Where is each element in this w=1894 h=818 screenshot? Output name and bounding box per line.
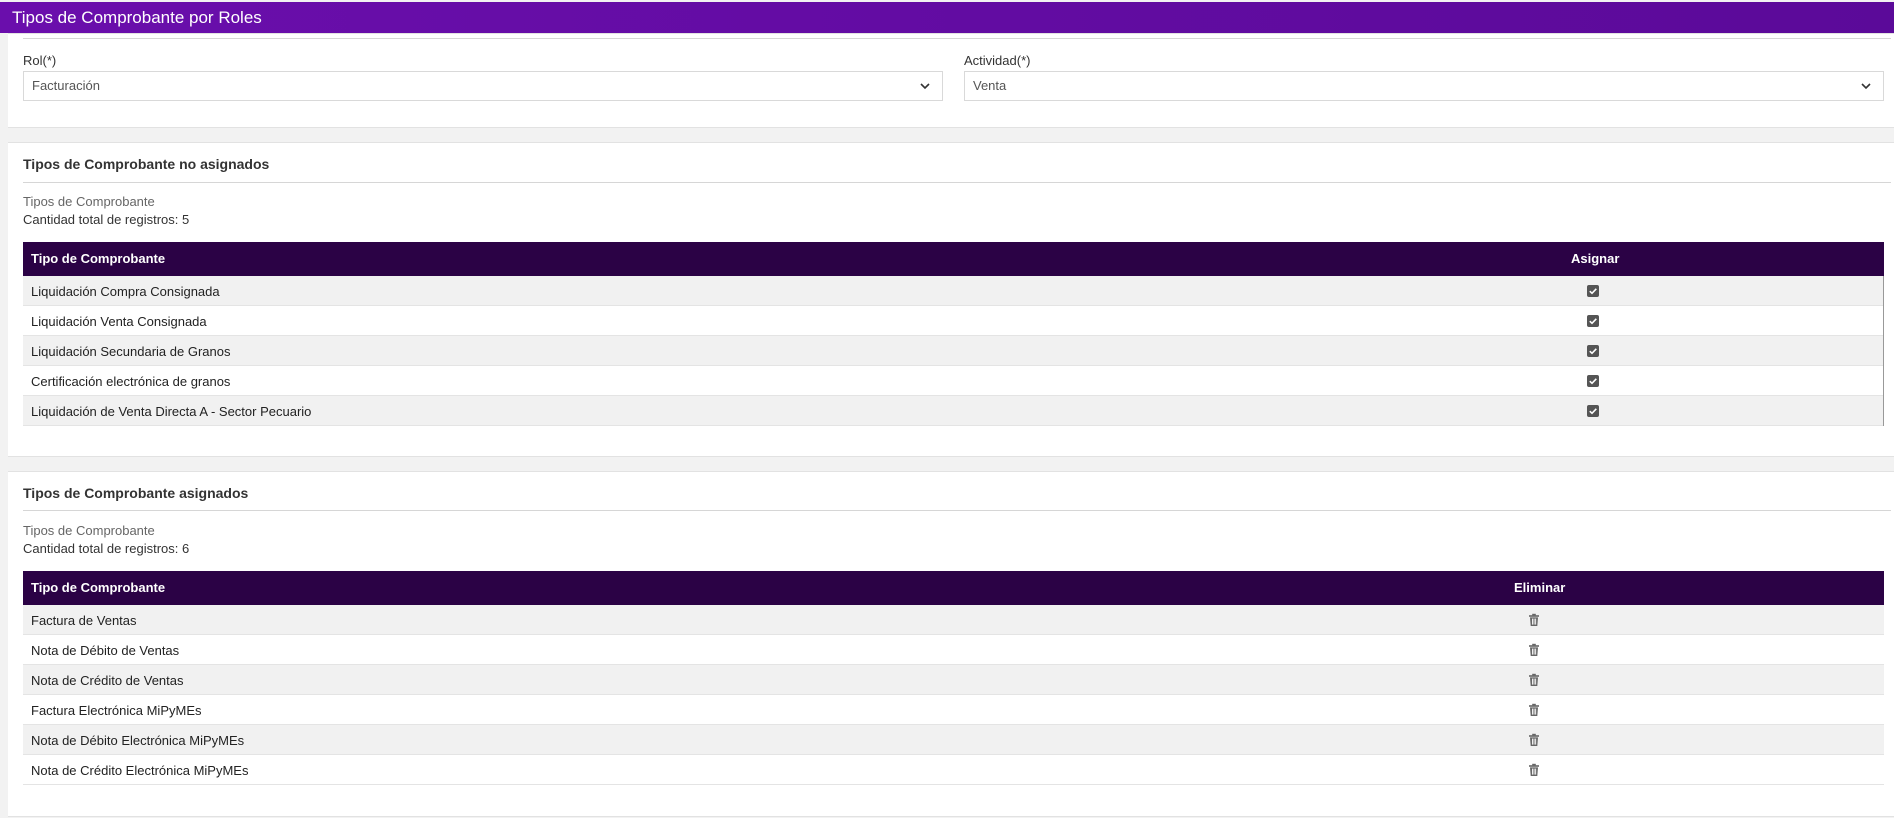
- unassigned-table: Tipo de Comprobante Asignar Liquidación …: [23, 242, 1884, 426]
- row-label: Nota de Débito Electrónica MiPyMEs: [31, 733, 245, 748]
- row-label: Nota de Débito de Ventas: [31, 643, 180, 658]
- table-row: Nota de Crédito de Ventas: [23, 665, 1884, 695]
- chevron-down-icon: [920, 83, 930, 90]
- divider: [23, 38, 1891, 39]
- table-row: Nota de Débito de Ventas: [23, 635, 1884, 665]
- assigned-panel: Tipos de Comprobante asignados Tipos de …: [8, 471, 1894, 817]
- table-row: Liquidación Venta Consignada: [23, 306, 1883, 336]
- table-row: Liquidación Compra Consignada: [23, 276, 1883, 306]
- table-header: Tipo de Comprobante Eliminar: [23, 571, 1884, 605]
- checkbox-checked-icon[interactable]: [1586, 344, 1600, 358]
- table-row: Factura de Ventas: [23, 605, 1884, 635]
- trash-icon[interactable]: [1527, 673, 1541, 687]
- table-row: Certificación electrónica de granos: [23, 366, 1883, 396]
- row-label: Nota de Crédito Electrónica MiPyMEs: [31, 763, 249, 778]
- table-row: Factura Electrónica MiPyMEs: [23, 695, 1884, 725]
- table-row: Liquidación Secundaria de Granos: [23, 336, 1883, 366]
- divider: [23, 182, 1891, 183]
- actividad-select-value: Venta: [973, 78, 1007, 93]
- checkbox-checked-icon[interactable]: [1586, 284, 1600, 298]
- row-label: Certificación electrónica de granos: [31, 374, 231, 389]
- column-header-tipo: Tipo de Comprobante: [31, 580, 166, 595]
- divider: [23, 510, 1891, 511]
- table-header: Tipo de Comprobante Asignar: [23, 242, 1884, 276]
- column-header-tipo: Tipo de Comprobante: [31, 251, 166, 266]
- rol-select-value: Facturación: [32, 78, 100, 93]
- page-title: Tipos de Comprobante por Roles: [0, 2, 1894, 33]
- actividad-select[interactable]: Venta: [964, 71, 1884, 101]
- chevron-down-icon: [1861, 83, 1871, 90]
- trash-icon[interactable]: [1527, 763, 1541, 777]
- assigned-table: Tipo de Comprobante Eliminar Factura de …: [23, 571, 1884, 785]
- checkbox-checked-icon[interactable]: [1586, 404, 1600, 418]
- trash-icon[interactable]: [1527, 703, 1541, 717]
- row-label: Factura Electrónica MiPyMEs: [31, 703, 202, 718]
- column-header-asignar: Asignar: [1571, 251, 1620, 266]
- table-row: Liquidación de Venta Directa A - Sector …: [23, 396, 1883, 426]
- checkbox-checked-icon[interactable]: [1586, 374, 1600, 388]
- row-label: Factura de Ventas: [31, 613, 137, 628]
- row-label: Liquidación Secundaria de Granos: [31, 344, 231, 359]
- column-header-eliminar: Eliminar: [1514, 580, 1566, 595]
- unassigned-title: Tipos de Comprobante no asignados: [23, 156, 270, 172]
- trash-icon[interactable]: [1527, 733, 1541, 747]
- table-row: Nota de Débito Electrónica MiPyMEs: [23, 725, 1884, 755]
- row-label: Liquidación Venta Consignada: [31, 314, 207, 329]
- unassigned-panel: Tipos de Comprobante no asignados Tipos …: [8, 142, 1894, 457]
- assigned-count: Cantidad total de registros: 6: [23, 541, 190, 556]
- actividad-label: Actividad(*): [964, 53, 1031, 68]
- assigned-list-label: Tipos de Comprobante: [23, 523, 155, 538]
- unassigned-count: Cantidad total de registros: 5: [23, 212, 190, 227]
- trash-icon[interactable]: [1527, 643, 1541, 657]
- row-label: Liquidación Compra Consignada: [31, 284, 220, 299]
- trash-icon[interactable]: [1527, 613, 1541, 627]
- rol-select[interactable]: Facturación: [23, 71, 943, 101]
- row-label: Nota de Crédito de Ventas: [31, 673, 184, 688]
- table-row: Nota de Crédito Electrónica MiPyMEs: [23, 755, 1884, 785]
- rol-label: Rol(*): [23, 53, 57, 68]
- checkbox-checked-icon[interactable]: [1586, 314, 1600, 328]
- row-label: Liquidación de Venta Directa A - Sector …: [31, 404, 312, 419]
- assigned-title: Tipos de Comprobante asignados: [23, 485, 249, 501]
- filters-panel: Rol(*) Facturación Actividad(*) Venta: [8, 33, 1894, 128]
- unassigned-list-label: Tipos de Comprobante: [23, 194, 155, 209]
